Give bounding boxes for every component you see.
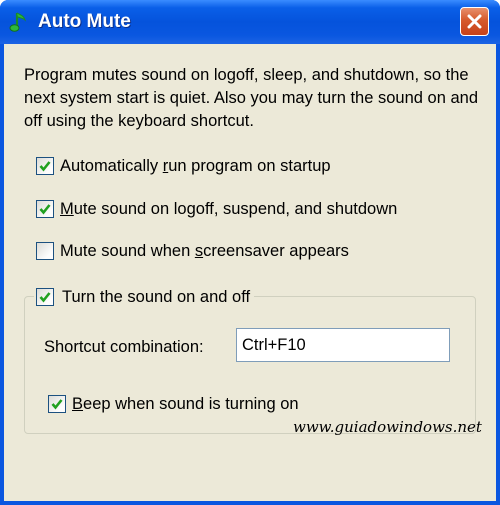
mute-on-screensaver-checkbox[interactable] <box>36 242 54 260</box>
title-bar[interactable]: Auto Mute <box>0 0 500 44</box>
close-button[interactable] <box>460 7 489 36</box>
description-text: Program mutes sound on logoff, sleep, an… <box>24 66 478 130</box>
mute-on-logoff-checkbox[interactable] <box>36 200 54 218</box>
mute-on-screensaver-label: Mute sound when screensaver appears <box>60 242 349 260</box>
watermark: www.guiadowindows.net <box>293 418 482 436</box>
auto-mute-window: Auto Mute Program mutes sound on logoff,… <box>0 0 500 505</box>
window-title: Auto Mute <box>38 11 131 32</box>
shortcut-label: Shortcut combination: <box>44 338 204 356</box>
autostart-label: Automatically run program on startup <box>60 157 331 175</box>
music-note-icon <box>8 10 30 34</box>
turn-sound-on-off-label: Turn the sound on and off <box>62 288 251 306</box>
shortcut-input[interactable] <box>236 328 450 362</box>
option-turn-sound-on-off[interactable]: Turn the sound on and off <box>34 287 255 309</box>
beep-label: Beep when sound is turning on <box>72 395 299 413</box>
beep-checkbox[interactable] <box>48 395 66 413</box>
close-icon <box>467 14 482 29</box>
autostart-checkbox[interactable] <box>36 157 54 175</box>
mute-on-logoff-label: Mute sound on logoff, suspend, and shutd… <box>60 200 398 218</box>
